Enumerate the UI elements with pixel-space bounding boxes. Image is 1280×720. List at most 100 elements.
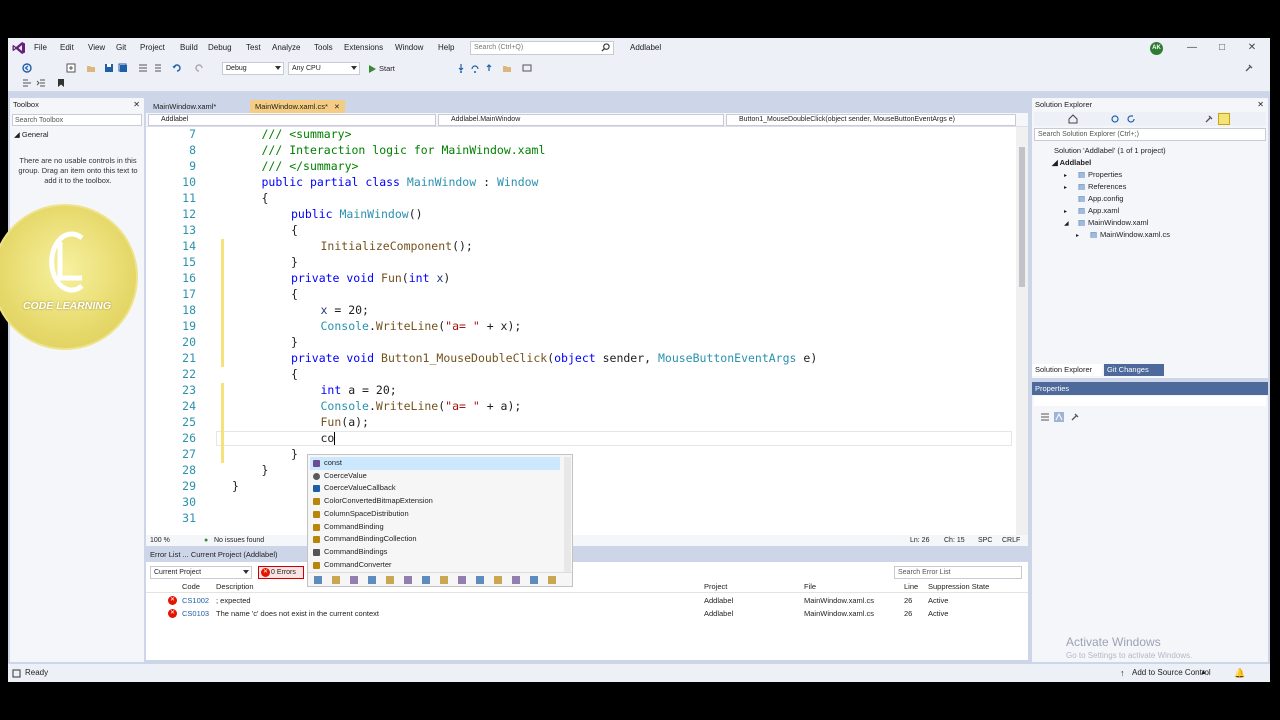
menu-tools[interactable]: Tools: [314, 38, 333, 58]
maximize-button[interactable]: □: [1208, 38, 1236, 58]
home-icon[interactable]: [1068, 114, 1078, 124]
menu-view[interactable]: View: [88, 38, 105, 58]
table-row[interactable]: ✕ CS1002 ; expected Addlabel MainWindow.xaml…: [146, 594, 1028, 607]
column-code[interactable]: Code: [182, 580, 200, 593]
close-icon[interactable]: ✕: [1257, 100, 1264, 109]
tree-item[interactable]: ▸ ▤ MainWindow.xaml.cs: [1076, 230, 1170, 239]
minimize-button[interactable]: —: [1178, 38, 1206, 58]
search-input[interactable]: Search (Ctrl+Q): [470, 41, 614, 55]
menu-file[interactable]: File: [34, 38, 47, 58]
menu-help[interactable]: Help: [438, 38, 454, 58]
tree-item[interactable]: ▸ ▤ App.xaml: [1064, 206, 1119, 215]
avatar[interactable]: AK: [1150, 42, 1163, 55]
tree-project[interactable]: ◢ Addlabel: [1052, 158, 1091, 167]
tab-mainwindow-xaml-cs[interactable]: MainWindow.xaml.cs* ✕: [250, 100, 345, 113]
completion-item[interactable]: CommandBindings: [310, 546, 560, 559]
start-play-icon[interactable]: [368, 65, 376, 73]
column-suppression-state[interactable]: Suppression State: [928, 580, 989, 593]
issues-status[interactable]: No issues found: [214, 535, 264, 546]
filter-kind-icon[interactable]: [494, 576, 502, 584]
tab-solution-explorer[interactable]: Solution Explorer: [1032, 364, 1102, 376]
menu-debug[interactable]: Debug: [208, 38, 232, 58]
completion-item[interactable]: CoerceValue: [310, 470, 560, 483]
filter-kind-icon[interactable]: [386, 576, 394, 584]
filter-kind-icon[interactable]: [476, 576, 484, 584]
table-row[interactable]: ✕ CS0103 The name 'c' does not exist in th…: [146, 607, 1028, 620]
menu-edit[interactable]: Edit: [60, 38, 74, 58]
open-folder-icon[interactable]: [86, 63, 96, 73]
property-pages-icon[interactable]: [1070, 412, 1080, 422]
preview-toggle-icon[interactable]: [1218, 113, 1230, 125]
tab-mainwindow-xaml[interactable]: MainWindow.xaml*: [148, 100, 222, 113]
refresh-icon[interactable]: [1126, 114, 1136, 124]
settings-icon[interactable]: [1204, 114, 1214, 124]
scope-select[interactable]: Current Project: [150, 566, 252, 579]
tree-item[interactable]: ◢ ▤ MainWindow.xaml: [1064, 218, 1148, 227]
column-line[interactable]: Line: [904, 580, 918, 593]
tree-item[interactable]: ▸ ▤ Properties: [1064, 170, 1122, 179]
folder-icon[interactable]: [502, 63, 512, 73]
completion-item[interactable]: CommandBindingCollection: [310, 533, 560, 546]
project-nav-select[interactable]: Addlabel: [148, 114, 436, 126]
add-to-source-control-button[interactable]: Add to Source Control: [1132, 664, 1211, 682]
error-code[interactable]: CS1002: [182, 594, 209, 607]
filter-kind-icon[interactable]: [458, 576, 466, 584]
notification-bell-icon[interactable]: 🔔: [1234, 664, 1245, 682]
filter-kind-icon[interactable]: [404, 576, 412, 584]
step-over-icon[interactable]: [470, 63, 480, 73]
save-all-icon[interactable]: [118, 63, 128, 73]
toolbox-search-input[interactable]: Search Toolbox: [12, 114, 142, 126]
completion-item[interactable]: ColorConvertedBitmapExtension: [310, 495, 560, 508]
filter-kind-icon[interactable]: [512, 576, 520, 584]
undo-icon[interactable]: [172, 63, 182, 73]
code-area[interactable]: 7 8 9 10 11 12 13 14 15 16 17 18 19 20 21 22 23 24 25 26 27 2…: [146, 127, 1016, 535]
column-project[interactable]: Project: [704, 580, 727, 593]
menu-test[interactable]: Test: [246, 38, 261, 58]
column-file[interactable]: File: [804, 580, 816, 593]
close-button[interactable]: ✕: [1238, 38, 1266, 58]
screen-icon[interactable]: [522, 63, 532, 73]
editor-scrollbar[interactable]: [1016, 127, 1028, 535]
filter-kind-icon[interactable]: [314, 576, 322, 584]
sync-icon[interactable]: [1110, 114, 1120, 124]
completion-item[interactable]: CoerceValueCallback: [310, 482, 560, 495]
error-code[interactable]: CS0103: [182, 607, 209, 620]
tree-solution-root[interactable]: Solution 'Addlabel' (1 of 1 project): [1054, 146, 1166, 155]
menu-analyze[interactable]: Analyze: [272, 38, 300, 58]
menu-build[interactable]: Build: [180, 38, 198, 58]
toolbox-group[interactable]: ◢ General: [14, 130, 49, 139]
close-icon[interactable]: ✕: [133, 100, 140, 109]
tree-item[interactable]: ▸ ▤ References: [1064, 182, 1126, 191]
error-search-input[interactable]: Search Error List: [894, 566, 1022, 579]
indent-icon[interactable]: [36, 78, 46, 88]
platform-select[interactable]: Any CPU: [288, 62, 360, 75]
class-nav-select[interactable]: Addlabel.MainWindow: [438, 114, 724, 126]
feedback-icon[interactable]: [1244, 63, 1254, 73]
solution-search-input[interactable]: Search Solution Explorer (Ctrl+;): [1034, 128, 1266, 141]
categorized-icon[interactable]: [1040, 412, 1050, 422]
redo-icon[interactable]: [194, 63, 204, 73]
save-icon[interactable]: [104, 63, 114, 73]
step-out-icon[interactable]: [484, 63, 494, 73]
menu-project[interactable]: Project: [140, 38, 165, 58]
start-button[interactable]: Start: [379, 62, 395, 75]
filter-kind-icon[interactable]: [422, 576, 430, 584]
tree-item[interactable]: ▤ App.config: [1064, 194, 1123, 203]
configuration-select[interactable]: Debug: [222, 62, 284, 75]
properties-object-select[interactable]: [1034, 396, 1266, 406]
alphabetical-icon[interactable]: [1054, 412, 1064, 422]
completion-item[interactable]: CommandConverter: [310, 559, 560, 572]
column-description[interactable]: Description: [216, 580, 254, 593]
completion-item[interactable]: ColumnSpaceDistribution: [310, 508, 560, 521]
zoom-level[interactable]: 100 %: [150, 535, 170, 546]
new-project-icon[interactable]: [66, 63, 76, 73]
filter-kind-icon[interactable]: [368, 576, 376, 584]
menu-git[interactable]: Git: [116, 38, 126, 58]
filter-kind-icon[interactable]: [548, 576, 556, 584]
completion-item[interactable]: CommandBinding: [310, 521, 560, 534]
step-into-icon[interactable]: [456, 63, 466, 73]
member-nav-select[interactable]: Button1_MouseDoubleClick(object sender, …: [726, 114, 1016, 126]
menu-window[interactable]: Window: [395, 38, 423, 58]
tab-git-changes[interactable]: Git Changes: [1104, 364, 1164, 376]
filter-kind-icon[interactable]: [332, 576, 340, 584]
